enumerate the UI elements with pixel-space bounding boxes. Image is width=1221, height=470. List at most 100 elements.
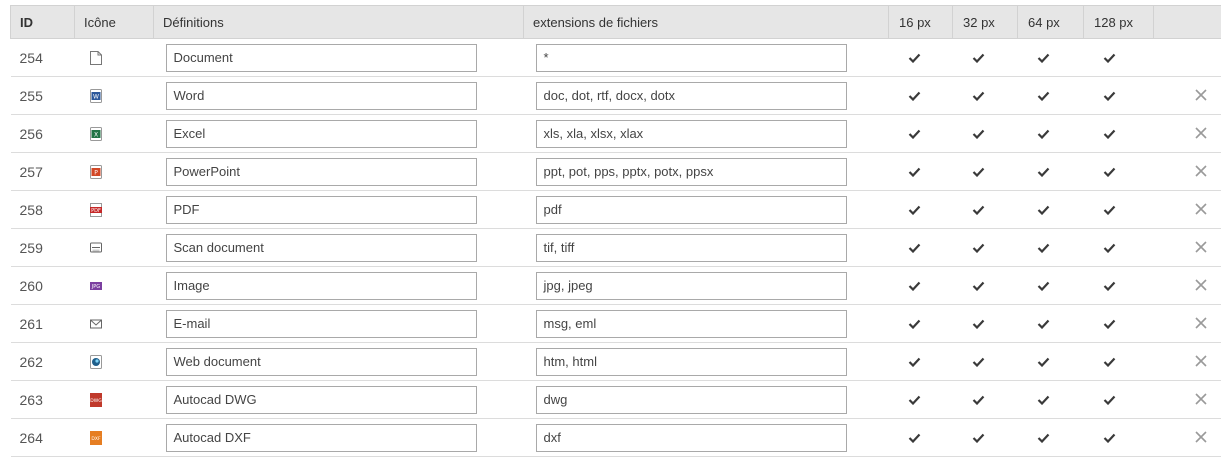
definition-input[interactable]: Image — [166, 272, 477, 300]
delete-row-icon[interactable] — [1175, 316, 1207, 332]
check-icon — [972, 53, 1018, 63]
file-types-table: ID Icône Définitions extensions de fichi… — [10, 5, 1221, 457]
check-icon — [972, 167, 1018, 177]
table-row: 263 DWG Autocad DWG dwg — [11, 381, 1221, 419]
check-icon — [908, 357, 953, 367]
check-icon — [1103, 433, 1154, 443]
extensions-input[interactable]: xls, xla, xlsx, xlax — [536, 120, 847, 148]
pdf-icon: PDF — [90, 203, 154, 217]
check-icon — [1037, 357, 1084, 367]
definition-input[interactable]: Excel — [166, 120, 477, 148]
check-icon — [908, 433, 953, 443]
row-id: 260 — [11, 267, 75, 305]
autocad-dwg-icon: DWG — [90, 393, 154, 407]
check-icon — [972, 243, 1018, 253]
check-icon — [972, 433, 1018, 443]
check-icon — [908, 53, 953, 63]
table-row: 257 P PowerPoint ppt, pot, pps, pptx, potx,… — [11, 153, 1221, 191]
check-icon — [908, 243, 953, 253]
check-icon — [1103, 319, 1154, 329]
check-icon — [1037, 53, 1084, 63]
check-icon — [972, 395, 1018, 405]
svg-text:W: W — [93, 93, 99, 100]
check-icon — [1103, 53, 1154, 63]
check-icon — [1037, 167, 1084, 177]
delete-row-icon[interactable] — [1175, 392, 1207, 408]
row-id: 263 — [11, 381, 75, 419]
check-icon — [1103, 357, 1154, 367]
check-icon — [1037, 129, 1084, 139]
row-id: 257 — [11, 153, 75, 191]
extensions-input[interactable]: msg, eml — [536, 310, 847, 338]
word-icon: W — [90, 89, 154, 103]
check-icon — [972, 281, 1018, 291]
column-header-actions — [1154, 6, 1221, 39]
extensions-input[interactable]: tif, tiff — [536, 234, 847, 262]
blank-document-icon — [90, 51, 154, 65]
column-header-definitions[interactable]: Définitions — [154, 6, 524, 39]
column-header-16px[interactable]: 16 px — [889, 6, 953, 39]
check-icon — [1037, 319, 1084, 329]
extensions-input[interactable]: dxf — [536, 424, 847, 452]
table-row: 262Web documenthtm, html — [11, 343, 1221, 381]
column-header-64px[interactable]: 64 px — [1018, 6, 1084, 39]
definition-input[interactable]: Word — [166, 82, 477, 110]
check-icon — [1037, 205, 1084, 215]
row-id: 254 — [11, 39, 75, 77]
table-row: 259 Scan document tif, tiff — [11, 229, 1221, 267]
check-icon — [972, 91, 1018, 101]
check-icon — [1103, 243, 1154, 253]
extensions-input[interactable]: doc, dot, rtf, docx, dotx — [536, 82, 847, 110]
definition-input[interactable]: Autocad DXF — [166, 424, 477, 452]
column-header-id[interactable]: ID — [11, 6, 75, 39]
column-header-128px[interactable]: 128 px — [1084, 6, 1154, 39]
extensions-input[interactable]: pdf — [536, 196, 847, 224]
column-header-icon[interactable]: Icône — [75, 6, 154, 39]
delete-row-icon[interactable] — [1175, 164, 1207, 180]
row-id: 264 — [11, 419, 75, 457]
check-icon — [1103, 281, 1154, 291]
row-id: 261 — [11, 305, 75, 343]
delete-row-icon[interactable] — [1175, 240, 1207, 256]
check-icon — [1037, 433, 1084, 443]
table-header-row: ID Icône Définitions extensions de fichi… — [11, 6, 1221, 39]
extensions-input[interactable]: htm, html — [536, 348, 847, 376]
check-icon — [908, 129, 953, 139]
row-id: 259 — [11, 229, 75, 267]
extensions-input[interactable]: * — [536, 44, 847, 72]
delete-row-icon[interactable] — [1175, 430, 1207, 446]
definition-input[interactable]: Scan document — [166, 234, 477, 262]
autocad-dxf-icon: DXF — [90, 431, 154, 445]
column-header-extensions[interactable]: extensions de fichiers — [524, 6, 889, 39]
svg-text:X: X — [93, 131, 97, 138]
delete-row-icon[interactable] — [1175, 202, 1207, 218]
svg-text:DXF: DXF — [91, 436, 101, 442]
delete-row-icon[interactable] — [1175, 278, 1207, 294]
definition-input[interactable]: Document — [166, 44, 477, 72]
scan-document-icon — [90, 241, 154, 255]
definition-input[interactable]: PDF — [166, 196, 477, 224]
definition-input[interactable]: PowerPoint — [166, 158, 477, 186]
table-row: 264 DXF Autocad DXF dxf — [11, 419, 1221, 457]
check-icon — [1037, 91, 1084, 101]
check-icon — [1037, 243, 1084, 253]
delete-row-icon[interactable] — [1175, 354, 1207, 370]
column-header-32px[interactable]: 32 px — [953, 6, 1018, 39]
table-row: 254 Document * — [11, 39, 1221, 77]
table-row: 258PDFPDFpdf — [11, 191, 1221, 229]
check-icon — [908, 91, 953, 101]
row-id: 255 — [11, 77, 75, 115]
extensions-input[interactable]: jpg, jpeg — [536, 272, 847, 300]
check-icon — [908, 205, 953, 215]
email-envelope-icon — [90, 317, 154, 331]
delete-row-icon[interactable] — [1175, 126, 1207, 142]
delete-row-icon[interactable] — [1175, 88, 1207, 104]
definition-input[interactable]: E-mail — [166, 310, 477, 338]
definition-input[interactable]: Web document — [166, 348, 477, 376]
extensions-input[interactable]: dwg — [536, 386, 847, 414]
extensions-input[interactable]: ppt, pot, pps, pptx, potx, ppsx — [536, 158, 847, 186]
check-icon — [1103, 167, 1154, 177]
svg-text:P: P — [94, 169, 98, 176]
definition-input[interactable]: Autocad DWG — [166, 386, 477, 414]
table-row: 256XExcelxls, xla, xlsx, xlax — [11, 115, 1221, 153]
